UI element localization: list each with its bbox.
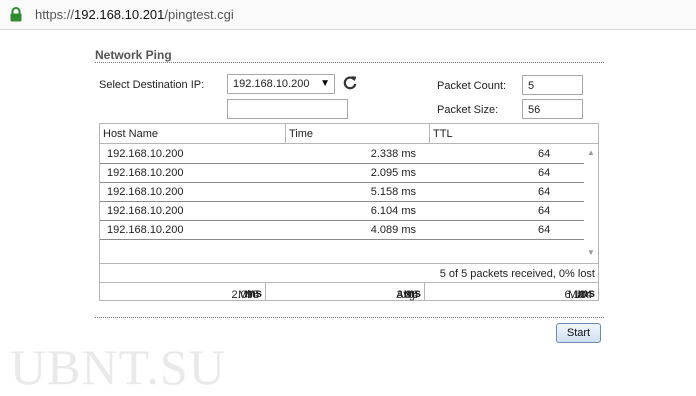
watermark: UBNT.SU bbox=[10, 339, 226, 395]
max-stat: Max: 6.104 ms bbox=[425, 283, 598, 301]
url-path: /pingtest.cgi bbox=[164, 7, 234, 22]
packet-size-value: 56 bbox=[528, 104, 541, 116]
row-time: 4.089 ms bbox=[370, 224, 416, 236]
column-header-ttl[interactable]: TTL bbox=[430, 124, 598, 143]
stats-row: Min: 2.095 ms Avg: 3.96 ms Max: 6.104 ms bbox=[100, 283, 598, 301]
table-row[interactable]: 192.168.10.200 2.095 ms 64 bbox=[100, 164, 584, 183]
scroll-up-icon[interactable]: ▲ bbox=[587, 148, 595, 157]
row-ttl: 64 bbox=[538, 148, 551, 160]
packet-size-input[interactable]: 56 bbox=[522, 99, 583, 119]
row-ttl: 64 bbox=[538, 224, 551, 236]
section-title: Network Ping bbox=[95, 48, 172, 62]
url-host: 192.168.10.201 bbox=[74, 7, 165, 22]
table-row[interactable]: 192.168.10.200 2.338 ms 64 bbox=[100, 145, 584, 164]
row-ttl: 64 bbox=[538, 205, 551, 217]
address-bar[interactable]: https://192.168.10.201/pingtest.cgi bbox=[0, 0, 696, 30]
table-header: Host Name Time TTL bbox=[100, 124, 598, 144]
scroll-down-icon[interactable]: ▼ bbox=[587, 248, 595, 257]
chevron-down-icon: ▼ bbox=[320, 78, 330, 89]
row-ttl: 64 bbox=[538, 186, 551, 198]
packet-count-label: Packet Count: bbox=[437, 80, 507, 92]
destination-ip-label: Select Destination IP: bbox=[99, 79, 205, 91]
row-time: 2.338 ms bbox=[370, 148, 416, 160]
row-time: 5.158 ms bbox=[370, 186, 416, 198]
table-row[interactable]: 192.168.10.200 6.104 ms 64 bbox=[100, 202, 584, 221]
table-row[interactable]: 192.168.10.200 5.158 ms 64 bbox=[100, 183, 584, 202]
url-text[interactable]: https://192.168.10.201/pingtest.cgi bbox=[35, 7, 234, 22]
destination-ip-value: 192.168.10.200 bbox=[233, 78, 310, 90]
section-divider-bottom bbox=[95, 317, 604, 318]
avg-value: 3.96 bbox=[396, 289, 418, 301]
column-header-time[interactable]: Time bbox=[286, 124, 430, 143]
lock-icon bbox=[10, 7, 22, 22]
min-value: 2.095 bbox=[231, 289, 259, 301]
packet-count-input[interactable]: 5 bbox=[522, 75, 583, 95]
destination-ip-select[interactable]: 192.168.10.200 ▼ bbox=[227, 74, 335, 94]
refresh-icon[interactable] bbox=[341, 74, 359, 92]
row-host: 192.168.10.200 bbox=[107, 148, 184, 160]
row-host: 192.168.10.200 bbox=[107, 167, 184, 179]
row-host: 192.168.10.200 bbox=[107, 224, 184, 236]
avg-stat: Avg: 3.96 ms bbox=[266, 283, 425, 301]
row-host: 192.168.10.200 bbox=[107, 205, 184, 217]
ping-results-table: Host Name Time TTL 192.168.10.200 2.338 … bbox=[99, 123, 599, 301]
packet-size-label: Packet Size: bbox=[437, 104, 499, 116]
packet-count-value: 5 bbox=[528, 80, 535, 92]
table-row[interactable]: 192.168.10.200 4.089 ms 64 bbox=[100, 221, 584, 240]
row-ttl: 64 bbox=[538, 167, 551, 179]
packet-status: 5 of 5 packets received, 0% lost bbox=[100, 263, 598, 283]
column-header-host[interactable]: Host Name bbox=[100, 124, 286, 143]
custom-ip-input[interactable] bbox=[227, 99, 348, 119]
row-time: 6.104 ms bbox=[370, 205, 416, 217]
start-button[interactable]: Start bbox=[556, 323, 601, 343]
url-scheme: https:// bbox=[35, 7, 75, 22]
max-value: 6.104 bbox=[564, 289, 592, 301]
packet-status-text: 5 of 5 packets received, 0% lost bbox=[439, 268, 595, 280]
min-stat: Min: 2.095 ms bbox=[100, 283, 266, 301]
row-host: 192.168.10.200 bbox=[107, 186, 184, 198]
row-time: 2.095 ms bbox=[370, 167, 416, 179]
section-divider-top bbox=[95, 62, 604, 63]
